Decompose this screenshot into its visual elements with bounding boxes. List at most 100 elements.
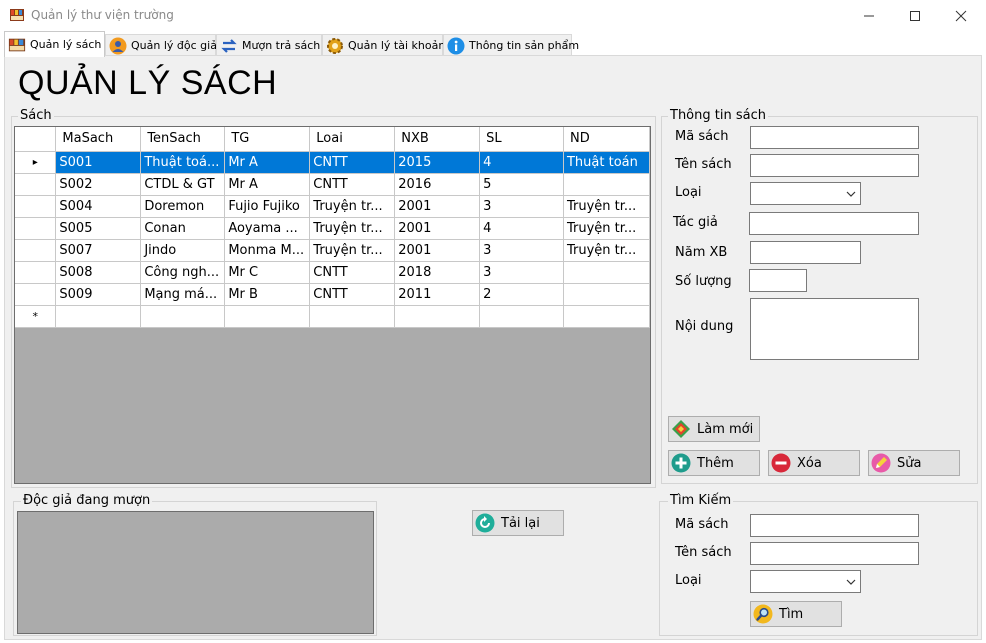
table-row[interactable]: S009 Mạng má... Mr B CNTT 2011 2	[15, 283, 650, 306]
table-cell[interactable]	[55, 305, 142, 328]
table-cell[interactable]: CNTT	[309, 283, 396, 306]
table-cell[interactable]: Truyện tr...	[563, 239, 650, 262]
table-cell[interactable]	[140, 305, 226, 328]
table-cell[interactable]	[563, 283, 650, 306]
column-header[interactable]: Loai	[309, 127, 396, 152]
table-cell[interactable]: 2016	[394, 173, 481, 196]
tab-quan-ly-tai-khoan[interactable]: Quản lý tài khoản	[322, 34, 445, 56]
search-ma-sach-input[interactable]	[750, 514, 919, 537]
current-row-marker[interactable]: ▸	[15, 151, 57, 174]
table-cell[interactable]	[224, 305, 311, 328]
table-cell[interactable]	[563, 305, 650, 328]
table-cell[interactable]: 3	[479, 261, 564, 284]
table-cell[interactable]: 5	[479, 173, 564, 196]
row-header[interactable]	[15, 239, 57, 262]
table-row[interactable]: S004 Doremon Fujio Fujiko Truyện tr... 2…	[15, 195, 650, 218]
table-cell[interactable]: 4	[479, 151, 564, 174]
table-cell[interactable]: S001	[55, 151, 142, 174]
table-cell[interactable]: Truyện tr...	[563, 217, 650, 240]
table-cell[interactable]: Truyện tr...	[309, 217, 396, 240]
table-cell[interactable]: Mr B	[224, 283, 311, 306]
table-cell[interactable]: Truyện tr...	[563, 195, 650, 218]
table-cell[interactable]: Công ngh...	[140, 261, 226, 284]
table-cell[interactable]: S004	[55, 195, 142, 218]
table-cell[interactable]: S007	[55, 239, 142, 262]
column-header[interactable]: SL	[479, 127, 564, 152]
column-header[interactable]: NXB	[394, 127, 481, 152]
ma-sach-input[interactable]	[750, 126, 919, 149]
table-cell[interactable]: Fujio Fujiko	[224, 195, 311, 218]
reload-button[interactable]: Tải lại	[472, 510, 564, 536]
table-cell[interactable]: Mạng má...	[140, 283, 226, 306]
table-cell[interactable]: Aoyama ...	[224, 217, 311, 240]
row-header[interactable]	[15, 173, 57, 196]
lam-moi-button[interactable]: Làm mới	[668, 416, 760, 442]
tab-quan-ly-doc-gia[interactable]: Quản lý độc giả	[105, 34, 217, 56]
table-cell[interactable]: Jindo	[140, 239, 226, 262]
xoa-button[interactable]: Xóa	[768, 450, 860, 476]
table-cell[interactable]: 3	[479, 239, 564, 262]
ten-sach-input[interactable]	[750, 154, 919, 177]
row-header[interactable]	[15, 283, 57, 306]
table-cell[interactable]	[394, 305, 481, 328]
table-row[interactable]: S007 Jindo Monma M... Truyện tr... 2001 …	[15, 239, 650, 262]
table-cell[interactable]: CNTT	[309, 173, 396, 196]
table-cell[interactable]: 4	[479, 217, 564, 240]
table-cell[interactable]: S009	[55, 283, 142, 306]
table-cell[interactable]	[563, 173, 650, 196]
table-cell[interactable]: Conan	[140, 217, 226, 240]
table-cell[interactable]: Mr C	[224, 261, 311, 284]
row-header[interactable]	[15, 195, 57, 218]
table-cell[interactable]: 2	[479, 283, 564, 306]
table-cell[interactable]: S002	[55, 173, 142, 196]
sua-button[interactable]: Sửa	[868, 450, 960, 476]
books-grid[interactable]: MaSach TenSach TG Loai NXB SL ND ▸ S001 …	[14, 126, 651, 484]
table-cell[interactable]: S005	[55, 217, 142, 240]
borrowers-grid[interactable]	[17, 511, 374, 634]
table-cell[interactable]: Truyện tr...	[309, 239, 396, 262]
table-cell[interactable]: CNTT	[309, 261, 396, 284]
table-cell[interactable]	[479, 305, 564, 328]
search-ten-sach-input[interactable]	[750, 542, 919, 565]
new-row-marker[interactable]: *	[15, 305, 57, 328]
table-cell[interactable]: CTDL & GT	[140, 173, 226, 196]
maximize-button[interactable]	[892, 0, 938, 31]
them-button[interactable]: Thêm	[668, 450, 760, 476]
table-cell[interactable]: 2018	[394, 261, 481, 284]
table-cell[interactable]: Doremon	[140, 195, 226, 218]
table-cell[interactable]: 2011	[394, 283, 481, 306]
new-row[interactable]: *	[15, 305, 650, 328]
search-button[interactable]: Tìm	[750, 601, 842, 627]
noi-dung-textarea[interactable]	[750, 298, 919, 360]
table-cell[interactable]: S008	[55, 261, 142, 284]
nam-xb-input[interactable]	[750, 241, 861, 264]
table-row[interactable]: S005 Conan Aoyama ... Truyện tr... 2001 …	[15, 217, 650, 240]
table-cell[interactable]: Thuật toán	[563, 151, 650, 174]
table-cell[interactable]: 2001	[394, 195, 481, 218]
table-cell[interactable]: Thuật toá...	[140, 151, 226, 174]
column-header[interactable]: MaSach	[55, 127, 142, 152]
close-button[interactable]	[938, 0, 984, 31]
tab-quan-ly-sach[interactable]: Quản lý sách	[4, 31, 105, 57]
table-cell[interactable]	[309, 305, 396, 328]
row-header[interactable]	[15, 217, 57, 240]
table-cell[interactable]: 2001	[394, 239, 481, 262]
tac-gia-input[interactable]	[749, 212, 919, 235]
table-cell[interactable]: Truyện tr...	[309, 195, 396, 218]
so-luong-input[interactable]	[749, 269, 807, 292]
table-row[interactable]: ▸ S001 Thuật toá... Mr A CNTT 2015 4 Thu…	[15, 151, 650, 174]
column-header[interactable]: TenSach	[140, 127, 226, 152]
table-row[interactable]: S008 Công ngh... Mr C CNTT 2018 3	[15, 261, 650, 284]
table-cell[interactable]	[563, 261, 650, 284]
column-header[interactable]: ND	[563, 127, 650, 152]
table-row[interactable]: S002 CTDL & GT Mr A CNTT 2016 5	[15, 173, 650, 196]
table-cell[interactable]: 2001	[394, 217, 481, 240]
minimize-button[interactable]	[846, 0, 892, 31]
table-cell[interactable]: Monma M...	[224, 239, 311, 262]
table-cell[interactable]: CNTT	[309, 151, 396, 174]
tab-thong-tin-san-pham[interactable]: Thông tin sản phẩm	[443, 34, 579, 56]
table-cell[interactable]: Mr A	[224, 173, 311, 196]
table-cell[interactable]: 2015	[394, 151, 481, 174]
search-loai-select[interactable]	[750, 570, 861, 593]
tab-muon-tra-sach[interactable]: Mượn trả sách	[216, 34, 322, 56]
